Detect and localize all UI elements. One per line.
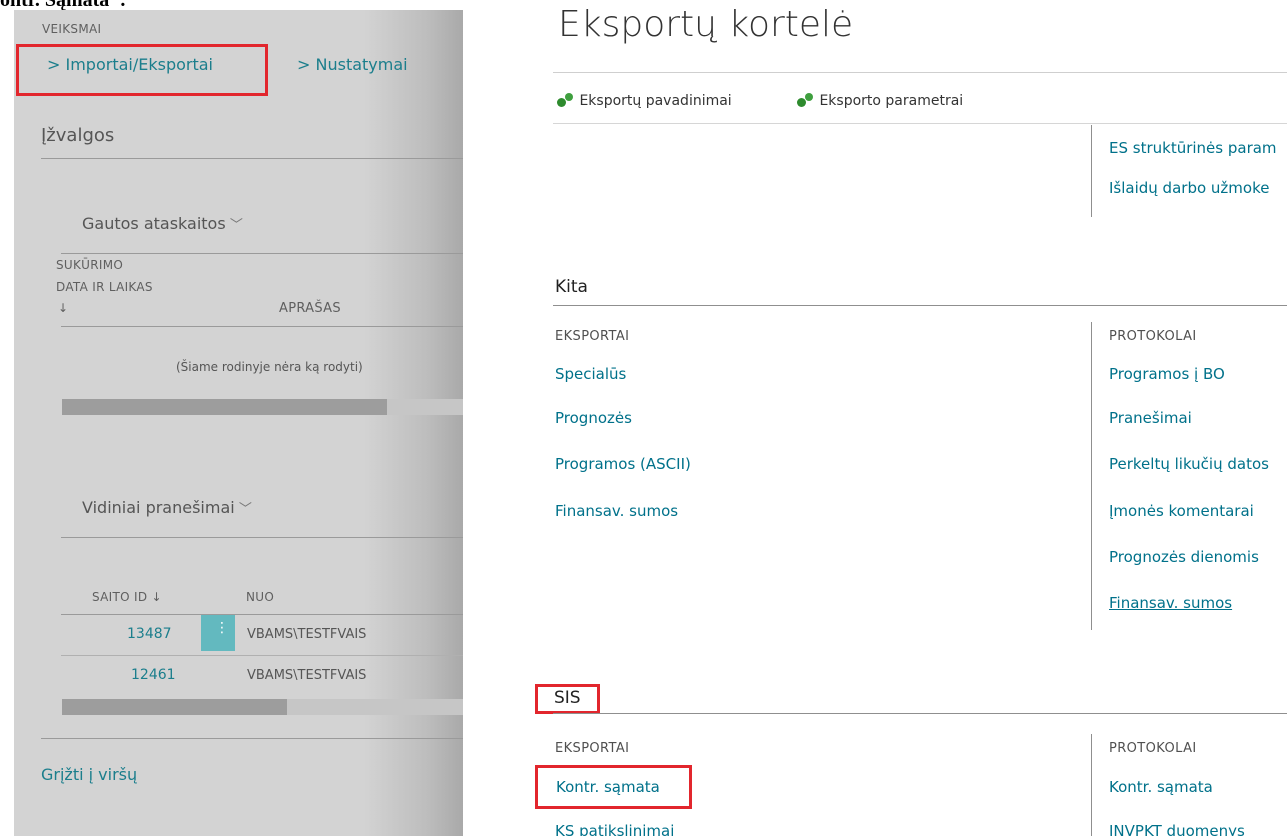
link-programs-to-bo[interactable]: Programos į BO <box>1109 365 1225 383</box>
divider <box>61 326 463 327</box>
toolbar-export-params[interactable]: Eksporto parametrai <box>797 93 963 109</box>
messages-title[interactable]: Vidiniai pranešimai ﹀ <box>82 498 252 517</box>
chevron-down-icon: ﹀ <box>225 218 243 233</box>
gears-icon <box>557 93 575 109</box>
link-invpkt-data[interactable]: INVPKT duomenys <box>1109 822 1245 836</box>
left-panel: VEIKSMAI > Importai/Eksportai > Nustatym… <box>14 10 463 836</box>
exports-heading: EKSPORTAI <box>555 329 630 344</box>
col-created-line1[interactable]: SUKŪRIMO <box>56 258 123 272</box>
insights-title: Įžvalgos <box>41 125 115 146</box>
col-link-id[interactable]: SAITO ID ↓ <box>92 590 162 604</box>
exports-heading: EKSPORTAI <box>555 741 630 756</box>
link-special[interactable]: Specialūs <box>555 365 626 383</box>
right-panel: Eksportų kortelė Eksportų pavadinimai Ek… <box>464 0 1287 836</box>
actions-heading: VEIKSMAI <box>42 22 102 36</box>
gears-icon <box>797 93 815 109</box>
column-separator <box>1091 322 1092 630</box>
link-financing-sums[interactable]: Finansav. sumos <box>555 502 678 520</box>
message-id-link[interactable]: 13487 <box>127 626 172 642</box>
action-settings[interactable]: > Nustatymai <box>297 55 408 74</box>
column-separator <box>1091 125 1092 217</box>
divider <box>61 655 463 656</box>
highlight-box-imports-exports <box>16 44 268 96</box>
col-from[interactable]: NUO <box>246 590 274 604</box>
link-salary-costs[interactable]: Išlaidų darbo užmoke <box>1109 179 1269 197</box>
link-control-estimate-protocol[interactable]: Kontr. sąmata <box>1109 778 1213 796</box>
col-description[interactable]: APRAŠAS <box>279 301 341 316</box>
divider <box>41 158 463 159</box>
scrollbar-thumb[interactable] <box>62 399 387 415</box>
section-title-kita[interactable]: Kita <box>555 277 588 297</box>
toolbar-export-names-label: Eksportų pavadinimai <box>579 93 732 109</box>
divider <box>553 713 1287 714</box>
reports-title[interactable]: Gautos ataskaitos ﹀ <box>82 214 243 233</box>
link-ks-corrections[interactable]: KS patikslinimai <box>555 822 674 836</box>
link-notifications[interactable]: Pranešimai <box>1109 409 1192 427</box>
message-id-link[interactable]: 12461 <box>131 667 176 683</box>
reports-title-label: Gautos ataskaitos <box>82 214 226 233</box>
toolbar-export-names[interactable]: Eksportų pavadinimai <box>557 93 732 109</box>
scrollbar-thumb[interactable] <box>62 699 287 715</box>
link-company-comments[interactable]: Įmonės komentarai <box>1109 502 1254 520</box>
protocols-heading: PROTOKOLAI <box>1109 329 1197 344</box>
divider <box>41 738 463 739</box>
column-separator <box>1091 734 1092 836</box>
link-forecasts-by-day[interactable]: Prognozės dienomis <box>1109 548 1259 566</box>
divider <box>61 253 463 254</box>
empty-view-message: (Šiame rodinyje nėra ką rodyti) <box>176 360 363 374</box>
protocols-heading: PROTOKOLAI <box>1109 741 1197 756</box>
col-created-line2[interactable]: DATA IR LAIKAS <box>56 280 153 294</box>
highlight-box-control-estimate <box>535 765 692 809</box>
message-from: VBAMS\TESTFVAIS <box>247 668 367 683</box>
sort-arrow-icon: ↓ <box>58 301 69 315</box>
messages-title-label: Vidiniai pranešimai <box>82 498 235 517</box>
link-transferred-balances[interactable]: Perkeltų likučių datos <box>1109 455 1269 473</box>
back-to-top-link[interactable]: Grįžti į viršų <box>41 765 137 784</box>
chevron-down-icon: ﹀ <box>234 502 252 517</box>
divider <box>553 72 1287 73</box>
link-financing-sums-protocol[interactable]: Finansav. sumos <box>1109 594 1232 612</box>
link-forecasts[interactable]: Prognozės <box>555 409 632 427</box>
divider <box>553 123 1287 124</box>
link-eu-structural[interactable]: ES struktūrinės param <box>1109 139 1277 157</box>
row-actions-button[interactable]: ⋮ <box>201 615 235 651</box>
toolbar-export-params-label: Eksporto parametrai <box>819 93 964 109</box>
divider <box>61 614 463 615</box>
page-title: Eksportų kortelė <box>558 4 854 45</box>
divider <box>61 537 463 538</box>
ellipsis-vertical-icon: ⋮ <box>215 620 229 636</box>
highlight-box-sis <box>535 684 600 714</box>
link-programs-ascii[interactable]: Programos (ASCII) <box>555 455 691 473</box>
divider <box>553 305 1287 306</box>
message-from: VBAMS\TESTFVAIS <box>247 627 367 642</box>
